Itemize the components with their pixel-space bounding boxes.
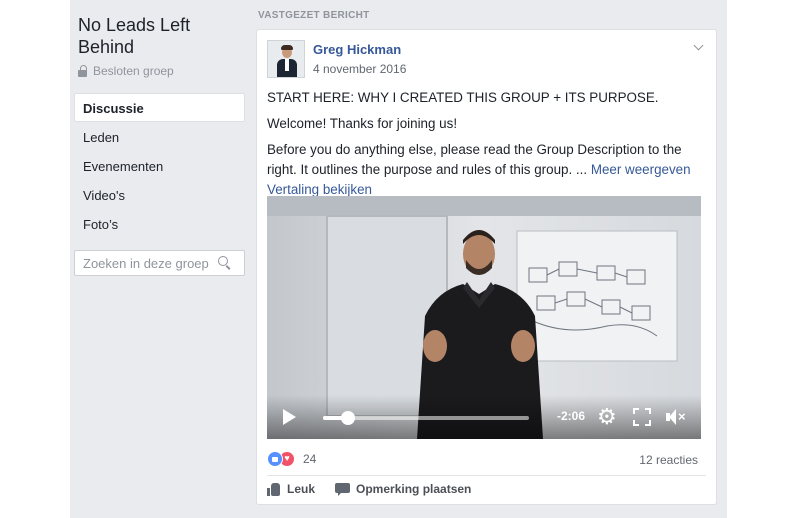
comment-button-label: Opmerking plaatsen [356, 482, 472, 496]
video-controls: -2:06 ⚙ × [267, 395, 701, 439]
like-reaction-icon [267, 451, 283, 467]
chevron-down-icon[interactable] [692, 40, 706, 54]
post-text: START HERE: WHY I CREATED THIS GROUP + I… [267, 88, 707, 200]
nav-item-evenementen[interactable]: Evenementen [74, 151, 245, 180]
mute-icon[interactable]: × [666, 407, 688, 427]
group-search [74, 250, 245, 276]
reactions-summary[interactable]: ♥ 24 [267, 451, 316, 467]
post-author[interactable]: Greg Hickman [313, 42, 401, 57]
thumbs-up-icon [267, 482, 281, 496]
post-body: Before you do anything else, please read… [267, 140, 707, 200]
group-nav: Discussie Leden Evenementen Video's Foto… [74, 93, 245, 238]
post-welcome: Welcome! Thanks for joining us! [267, 116, 458, 131]
fullscreen-icon[interactable] [633, 408, 651, 426]
gear-icon[interactable]: ⚙ [597, 406, 619, 428]
nav-item-discussie[interactable]: Discussie [74, 93, 245, 122]
group-title[interactable]: No Leads Left Behind [78, 14, 238, 58]
post-headline: START HERE: WHY I CREATED THIS GROUP + I… [267, 90, 659, 105]
play-button[interactable] [283, 409, 296, 425]
post-actions: Leuk Opmerking plaatsen [267, 482, 471, 496]
pinned-post-label: VASTGEZET BERICHT [258, 10, 370, 21]
search-icon[interactable] [218, 256, 232, 270]
comment-button[interactable]: Opmerking plaatsen [335, 482, 471, 496]
group-privacy-label: Besloten groep [93, 64, 174, 78]
nav-item-fotos[interactable]: Foto’s [74, 209, 245, 238]
lock-icon [78, 65, 89, 77]
see-translation-link[interactable]: Vertaling bekijken [267, 182, 372, 197]
comments-count[interactable]: 12 reacties [639, 453, 698, 467]
video-progress-handle[interactable] [340, 411, 355, 425]
video-progress-bar[interactable] [323, 411, 529, 425]
avatar[interactable] [267, 40, 305, 78]
like-button-label: Leuk [287, 482, 316, 496]
reaction-count: 24 [303, 452, 317, 466]
video-player[interactable]: -2:06 ⚙ × [267, 196, 701, 439]
nav-item-videos[interactable]: Video's [74, 180, 245, 209]
search-input[interactable] [83, 255, 218, 271]
group-privacy: Besloten groep [78, 64, 174, 78]
see-more-link[interactable]: Meer weergeven [591, 162, 691, 177]
pinned-post-card: Greg Hickman 4 november 2016 START HERE:… [256, 29, 717, 505]
comment-icon [335, 482, 351, 496]
like-button[interactable]: Leuk [267, 482, 315, 496]
video-time-remaining: -2:06 [557, 409, 586, 423]
divider [267, 475, 706, 476]
nav-item-leden[interactable]: Leden [74, 122, 245, 151]
post-date[interactable]: 4 november 2016 [313, 62, 406, 76]
